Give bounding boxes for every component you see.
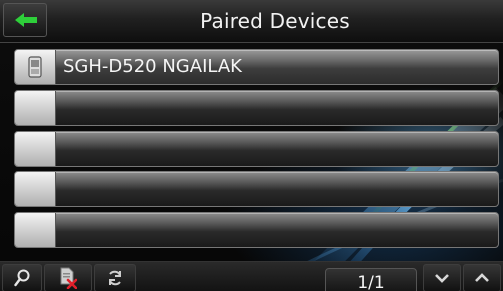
device-row-tab (15, 132, 56, 166)
search-button[interactable] (2, 264, 42, 291)
device-row[interactable]: SGH-D520 NGAILAK (14, 49, 499, 85)
paired-devices-screen: Paired Devices SGH-D520 NGAILAK 1/1 (0, 0, 503, 291)
bottom-toolbar: 1/1 (0, 261, 503, 291)
device-row-empty[interactable] (14, 90, 499, 126)
delete-device-button[interactable] (44, 264, 92, 291)
page-up-button[interactable] (463, 264, 501, 291)
device-row-tab (15, 91, 56, 125)
device-row-tab (15, 50, 56, 84)
page-down-button[interactable] (423, 264, 461, 291)
device-row-empty[interactable] (14, 171, 499, 207)
search-icon (14, 269, 30, 287)
chevron-down-icon (435, 274, 449, 283)
device-name: SGH-D520 NGAILAK (63, 56, 242, 77)
device-row-tab (15, 172, 56, 206)
device-row-empty[interactable] (14, 212, 499, 248)
device-row-tab (15, 213, 56, 247)
title-bar: Paired Devices (0, 0, 503, 43)
back-button[interactable] (3, 3, 47, 37)
phone-icon (28, 56, 42, 78)
delete-device-icon (60, 267, 77, 289)
chevron-up-icon (475, 273, 489, 282)
back-arrow-icon (15, 13, 37, 27)
refresh-icon (109, 270, 121, 286)
page-indicator: 1/1 (325, 268, 417, 291)
refresh-button[interactable] (94, 264, 136, 291)
device-row-empty[interactable] (14, 131, 499, 167)
page-title: Paired Devices (200, 9, 350, 33)
